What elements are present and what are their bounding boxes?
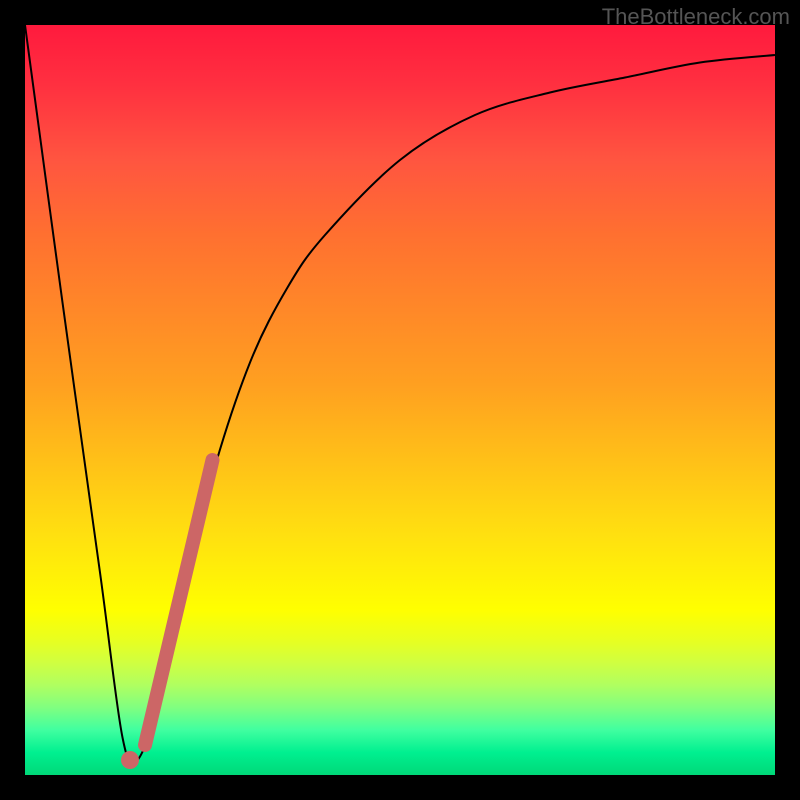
chart-svg: [25, 25, 775, 775]
watermark-text: TheBottleneck.com: [602, 4, 790, 30]
bottleneck-curve-line: [25, 25, 775, 764]
chart-plot-area: [25, 25, 775, 775]
highlight-segment: [145, 460, 213, 745]
highlight-point: [121, 751, 139, 769]
